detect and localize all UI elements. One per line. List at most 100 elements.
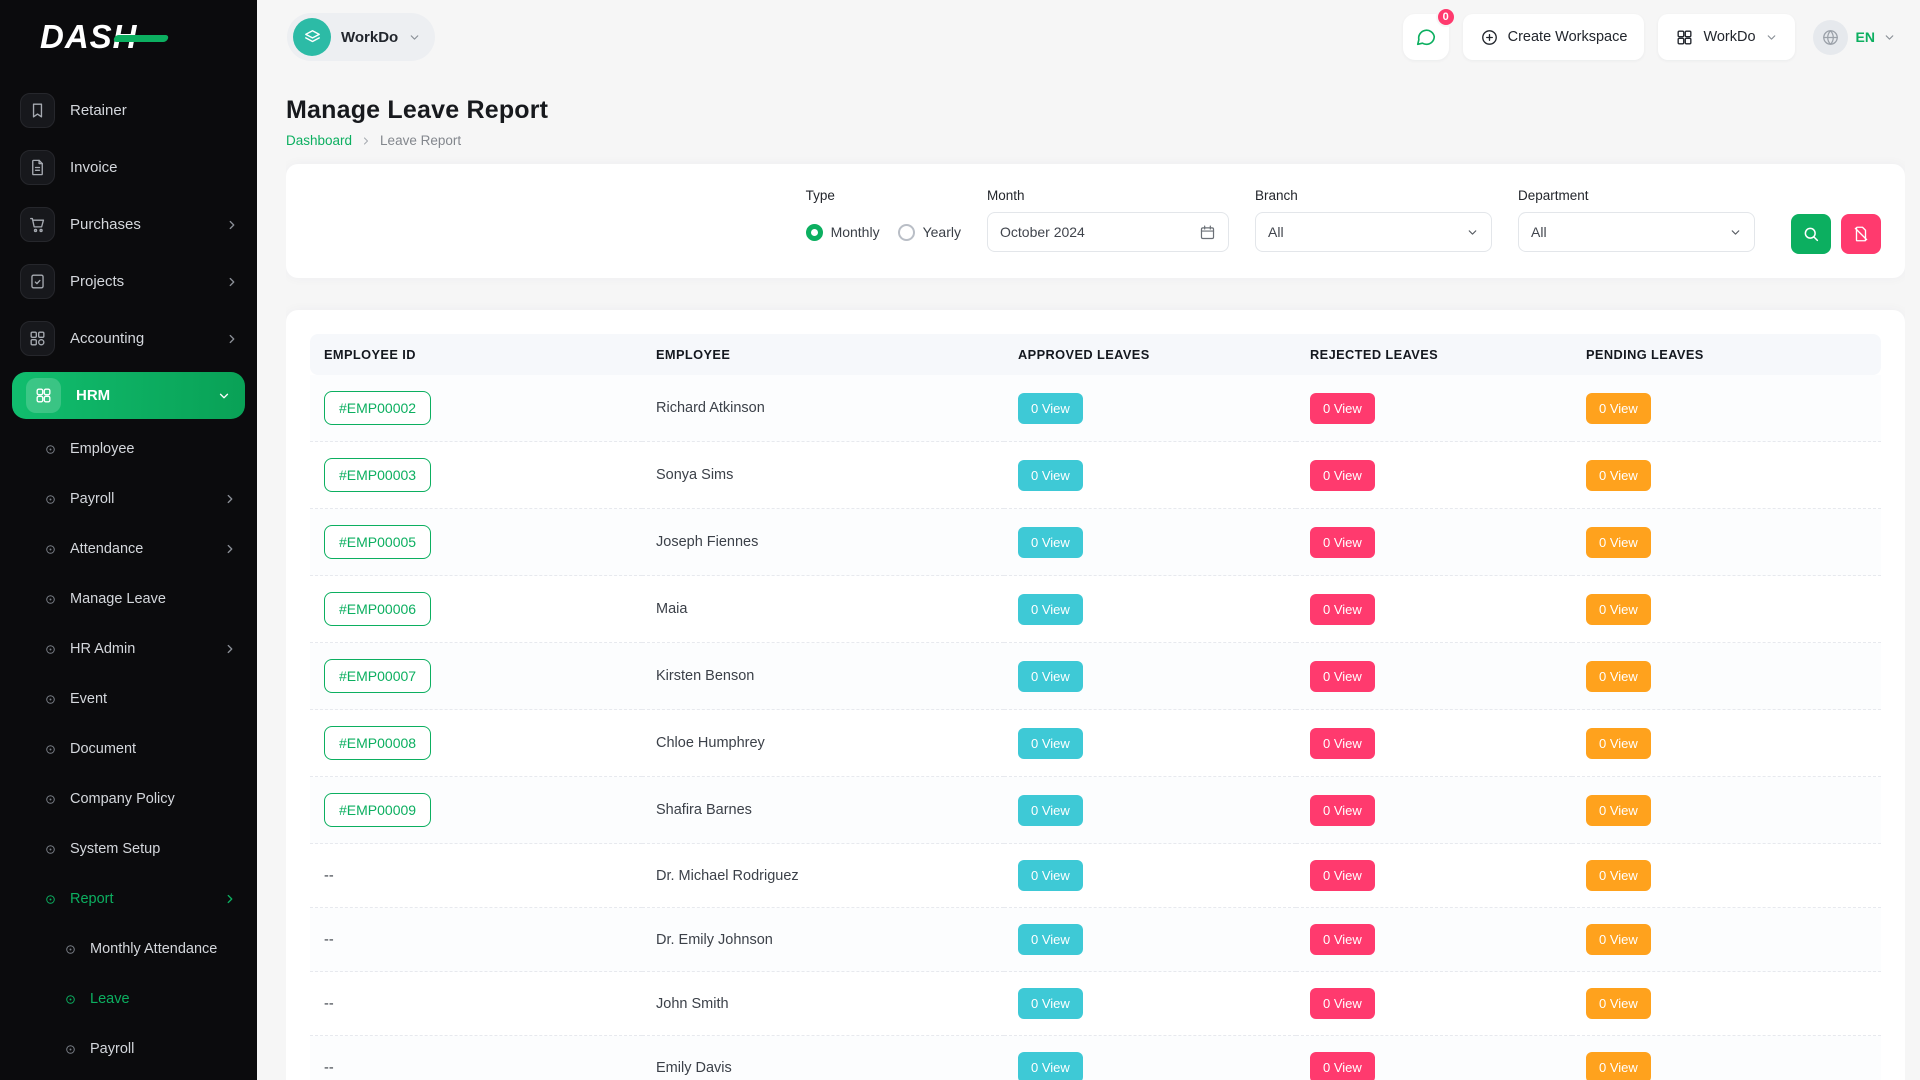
pending-leaves-view-button[interactable]: 0 View [1586,1052,1651,1080]
employee-id-empty: -- [324,1060,334,1076]
circle-dot-icon [44,793,57,806]
sidebar-item-payroll[interactable]: Payroll [0,474,257,524]
department-select[interactable]: All [1518,212,1755,252]
rejected-leaves-view-button[interactable]: 0 View [1310,393,1375,424]
sidebar-item-accounting[interactable]: Accounting [0,310,257,367]
create-workspace-button[interactable]: Create Workspace [1463,14,1645,60]
approved-leaves-view-button[interactable]: 0 View [1018,924,1083,955]
approved-leaves-view-button[interactable]: 0 View [1018,594,1083,625]
sidebar-item-label: Retainer [70,102,127,119]
employee-id-badge[interactable]: #EMP00008 [324,726,431,760]
chevron-right-icon [223,892,237,906]
branch-select[interactable]: All [1255,212,1492,252]
workspace-switcher[interactable]: WorkDo [287,13,435,61]
table-row: #EMP00009Shafira Barnes0 View0 View0 Vie… [310,777,1881,844]
sidebar-item-label: Payroll [70,491,114,507]
rejected-leaves-view-button[interactable]: 0 View [1310,860,1375,891]
rejected-leaves-view-button[interactable]: 0 View [1310,795,1375,826]
employee-id-badge[interactable]: #EMP00009 [324,793,431,827]
sidebar-item-hr-admin[interactable]: HR Admin [0,624,257,674]
pending-leaves-view-button[interactable]: 0 View [1586,988,1651,1019]
pending-leaves-view-button[interactable]: 0 View [1586,661,1651,692]
circle-dot-icon [64,1043,77,1056]
pending-leaves-view-button[interactable]: 0 View [1586,594,1651,625]
chevron-right-icon [225,218,239,232]
app-logo[interactable]: DASH [0,0,257,74]
messages-button[interactable]: 0 [1403,14,1449,60]
sidebar-item-report[interactable]: Report [0,874,257,924]
workdo-menu-button[interactable]: WorkDo [1658,14,1794,60]
month-input[interactable]: October 2024 [987,212,1229,252]
employee-id-badge[interactable]: #EMP00007 [324,659,431,693]
sidebar-item-purchases[interactable]: Purchases [0,196,257,253]
employee-id-badge[interactable]: #EMP00006 [324,592,431,626]
chevron-down-icon [217,389,231,403]
employee-id-badge[interactable]: #EMP00003 [324,458,431,492]
approved-leaves-view-button[interactable]: 0 View [1018,988,1083,1019]
pending-leaves-view-button[interactable]: 0 View [1586,460,1651,491]
search-button[interactable] [1791,214,1831,254]
column-header: PENDING LEAVES [1572,334,1881,375]
sidebar-item-leave[interactable]: Leave [0,974,257,1024]
type-radio-yearly[interactable]: Yearly [898,224,961,241]
circle-dot-icon [64,943,77,956]
leave-table-body: #EMP00002Richard Atkinson0 View0 View0 V… [310,375,1881,1080]
sidebar-item-hrm[interactable]: HRM [12,372,245,419]
employee-id-badge[interactable]: #EMP00005 [324,525,431,559]
approved-leaves-view-button[interactable]: 0 View [1018,661,1083,692]
type-filter: Type MonthlyYearly [806,188,961,252]
circle-dot-icon [44,693,57,706]
sidebar-item-label: Payroll [90,1041,134,1057]
approved-leaves-view-button[interactable]: 0 View [1018,460,1083,491]
sidebar-item-event[interactable]: Event [0,674,257,724]
sidebar-nav: Retainer InvoicePurchases Projects Accounti… [0,74,257,1080]
sidebar-item-system-setup[interactable]: System Setup [0,824,257,874]
rejected-leaves-view-button[interactable]: 0 View [1310,924,1375,955]
sidebar-item-monthly-attendance[interactable]: Monthly Attendance [0,924,257,974]
department-value: All [1531,224,1547,240]
pending-leaves-view-button[interactable]: 0 View [1586,728,1651,759]
sidebar-item-projects[interactable]: Projects [0,253,257,310]
approved-leaves-view-button[interactable]: 0 View [1018,393,1083,424]
breadcrumb-current: Leave Report [380,133,461,148]
pending-leaves-view-button[interactable]: 0 View [1586,393,1651,424]
sidebar-item-employee[interactable]: Employee [0,424,257,474]
search-icon [1802,225,1820,243]
pending-leaves-view-button[interactable]: 0 View [1586,795,1651,826]
sidebar-item-pos[interactable]: POS [0,1074,257,1080]
approved-leaves-view-button[interactable]: 0 View [1018,795,1083,826]
rejected-leaves-view-button[interactable]: 0 View [1310,1052,1375,1080]
rejected-leaves-view-button[interactable]: 0 View [1310,594,1375,625]
employee-id-badge[interactable]: #EMP00002 [324,391,431,425]
rejected-leaves-view-button[interactable]: 0 View [1310,728,1375,759]
plus-circle-icon [1480,28,1499,47]
sidebar-item-attendance[interactable]: Attendance [0,524,257,574]
sidebar-item-label: Projects [70,273,124,290]
rejected-leaves-view-button[interactable]: 0 View [1310,460,1375,491]
breadcrumb: Dashboard Leave Report [286,133,1905,148]
rejected-leaves-view-button[interactable]: 0 View [1310,661,1375,692]
approved-leaves-view-button[interactable]: 0 View [1018,527,1083,558]
sidebar: DASH Retainer InvoicePurchases Projects Acc… [0,0,257,1080]
breadcrumb-dashboard-link[interactable]: Dashboard [286,133,352,148]
type-radio-monthly[interactable]: Monthly [806,224,880,241]
approved-leaves-view-button[interactable]: 0 View [1018,1052,1083,1080]
sidebar-item-retainer[interactable]: Retainer [0,82,257,139]
sidebar-item-manage-leave[interactable]: Manage Leave [0,574,257,624]
hrm-icon [26,378,61,413]
pending-leaves-view-button[interactable]: 0 View [1586,860,1651,891]
sidebar-item-document[interactable]: Document [0,724,257,774]
sidebar-item-company-policy[interactable]: Company Policy [0,774,257,824]
pending-leaves-view-button[interactable]: 0 View [1586,924,1651,955]
radio-icon [898,224,915,241]
pending-leaves-view-button[interactable]: 0 View [1586,527,1651,558]
sidebar-item-invoice[interactable]: Invoice [0,139,257,196]
rejected-leaves-view-button[interactable]: 0 View [1310,527,1375,558]
approved-leaves-view-button[interactable]: 0 View [1018,860,1083,891]
rejected-leaves-view-button[interactable]: 0 View [1310,988,1375,1019]
reset-filter-button[interactable] [1841,214,1881,254]
approved-leaves-view-button[interactable]: 0 View [1018,728,1083,759]
sidebar-item-payroll-report[interactable]: Payroll [0,1024,257,1074]
employee-name: Emily Davis [656,1060,732,1076]
language-selector[interactable]: EN [1813,20,1896,55]
